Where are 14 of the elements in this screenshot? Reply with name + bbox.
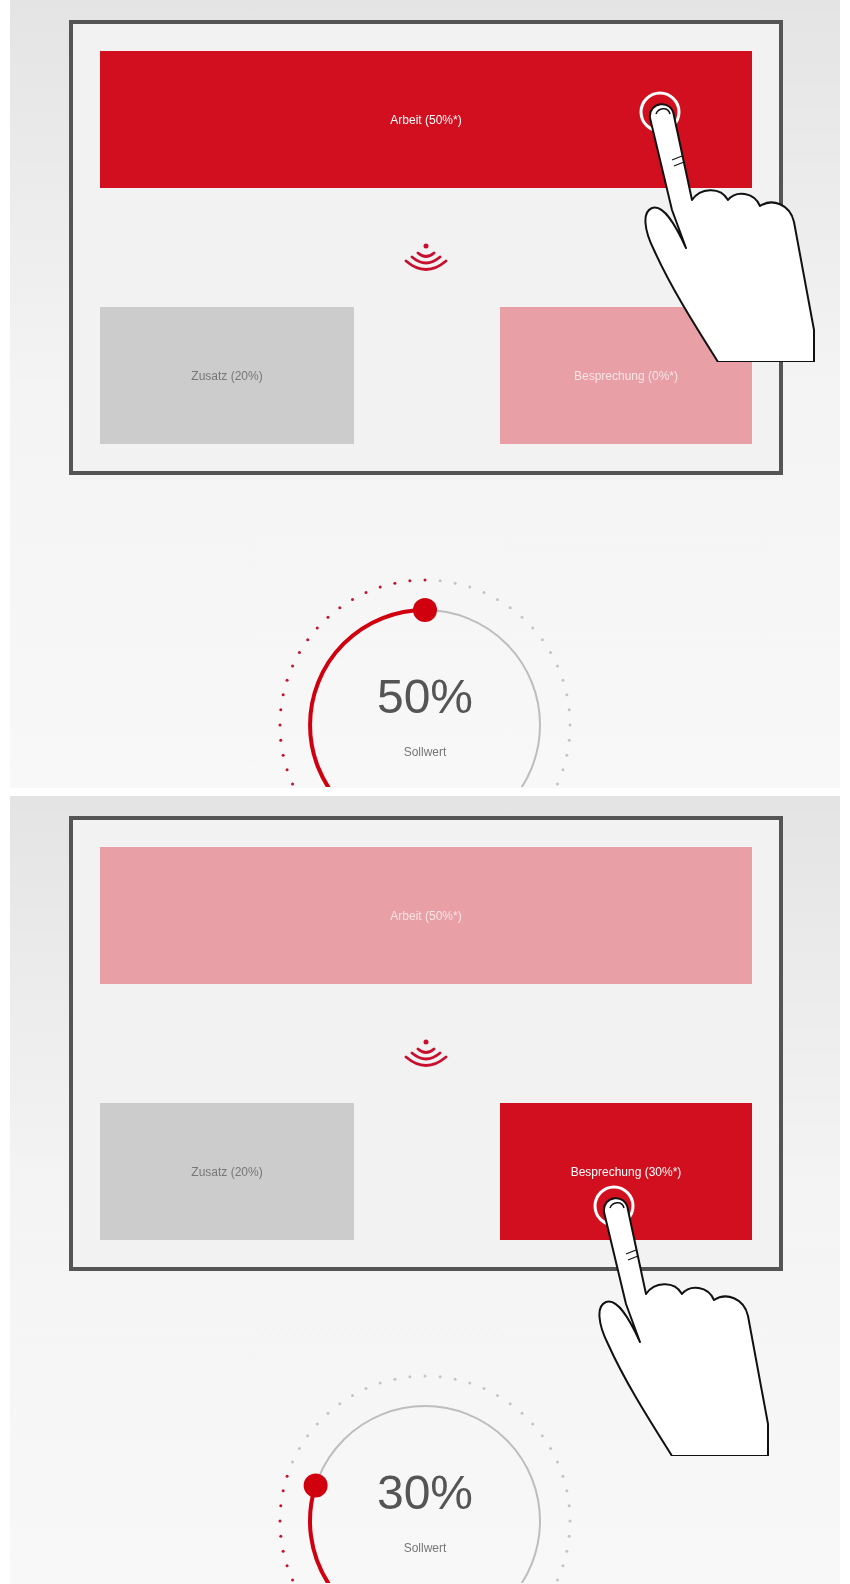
dial-value: 30% <box>376 1469 474 1517</box>
dial-thumb[interactable] <box>413 598 437 622</box>
wireless-signal-icon <box>403 1038 449 1069</box>
mode-button[interactable]: Arbeit (50%*) <box>100 51 752 188</box>
dial-label: Sollwert <box>403 744 447 761</box>
mode-button[interactable]: Zusatz (20%) <box>100 1103 354 1240</box>
mode-button[interactable]: Zusatz (20%) <box>100 307 354 444</box>
dial-thumb[interactable] <box>303 1473 328 1498</box>
dial-label: Sollwert <box>403 1540 447 1557</box>
mode-button[interactable]: Arbeit (50%*) <box>100 847 752 984</box>
wireless-signal-icon <box>403 242 449 273</box>
mode-button[interactable]: Besprechung (0%*) <box>500 307 752 444</box>
dial-value: 50% <box>376 673 474 721</box>
mode-button[interactable]: Besprechung (30%*) <box>500 1103 752 1240</box>
